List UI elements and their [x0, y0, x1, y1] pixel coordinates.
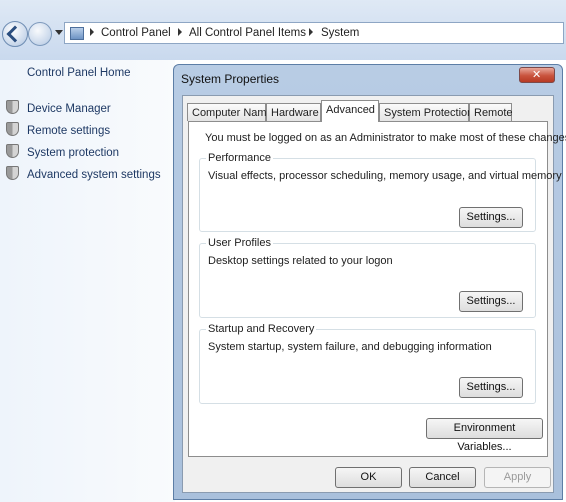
group-title: Startup and Recovery: [206, 323, 317, 335]
apply-button[interactable]: Apply: [484, 467, 551, 488]
breadcrumb-control-panel[interactable]: Control Panel: [101, 27, 171, 39]
group-description: System startup, system failure, and debu…: [208, 341, 492, 353]
shield-icon: [6, 100, 19, 114]
dialog-title: System Properties: [181, 72, 280, 86]
shield-icon: [6, 166, 19, 180]
sidebar-item-device-manager[interactable]: Device Manager: [6, 100, 111, 115]
group-description: Desktop settings related to your logon: [208, 255, 393, 267]
tab-computer-name[interactable]: Computer Name: [187, 103, 273, 121]
startup-recovery-settings-button[interactable]: Settings...: [459, 377, 523, 398]
admin-notice: You must be logged on as an Administrato…: [205, 132, 566, 144]
sidebar-item-label: Device Manager: [27, 103, 111, 115]
breadcrumb-system[interactable]: System: [321, 27, 359, 39]
tab-remote[interactable]: Remote: [469, 103, 513, 121]
left-task-pane: Control Panel Home Device Manager Remote…: [0, 60, 175, 502]
cancel-button[interactable]: Cancel: [409, 467, 476, 488]
shield-icon: [6, 122, 19, 136]
ok-button[interactable]: OK: [335, 467, 402, 488]
dialog-body: Computer Name Hardware Advanced System P…: [182, 95, 566, 493]
tab-advanced[interactable]: Advanced: [321, 100, 379, 122]
user-profiles-group: User Profiles Desktop settings related t…: [199, 237, 536, 318]
user-profiles-settings-button[interactable]: Settings...: [459, 291, 523, 312]
back-button[interactable]: [2, 21, 28, 47]
system-properties-dialog: System Properties Computer Name Hardware…: [173, 64, 566, 500]
control-panel-icon: [70, 27, 84, 40]
group-title: User Profiles: [206, 237, 273, 249]
tab-system-protection[interactable]: System Protection: [379, 103, 473, 121]
tab-hardware[interactable]: Hardware: [266, 103, 321, 121]
sidebar-item-remote-settings[interactable]: Remote settings: [6, 122, 110, 137]
forward-button[interactable]: [28, 22, 52, 46]
close-button[interactable]: [519, 67, 555, 83]
sidebar-item-label: System protection: [27, 147, 120, 159]
group-title: Performance: [206, 152, 273, 164]
sidebar-item-advanced-system-settings[interactable]: Advanced system settings: [6, 166, 161, 181]
breadcrumb-all-items[interactable]: All Control Panel Items: [189, 27, 306, 39]
control-panel-home-link[interactable]: Control Panel Home: [27, 67, 131, 79]
shield-icon: [6, 144, 19, 158]
breadcrumb-chevron-icon[interactable]: [90, 28, 94, 36]
recent-pages-dropdown-icon[interactable]: [55, 30, 63, 35]
group-description: Visual effects, processor scheduling, me…: [208, 170, 562, 182]
sidebar-item-system-protection[interactable]: System protection: [6, 144, 119, 159]
explorer-toolbar: Control Panel All Control Panel Items Sy…: [0, 0, 566, 60]
performance-group: Performance Visual effects, processor sc…: [199, 152, 562, 232]
sidebar-item-label: Advanced system settings: [27, 169, 161, 181]
breadcrumb-chevron-icon[interactable]: [178, 28, 182, 36]
performance-settings-button[interactable]: Settings...: [459, 207, 523, 228]
breadcrumb-chevron-icon[interactable]: [309, 28, 313, 36]
environment-variables-button[interactable]: Environment Variables...: [426, 418, 543, 453]
address-bar[interactable]: Control Panel All Control Panel Items Sy…: [64, 22, 564, 44]
sidebar-item-label: Remote settings: [27, 125, 111, 137]
startup-recovery-group: Startup and Recovery System startup, sys…: [199, 323, 536, 404]
advanced-tab-page: You must be logged on as an Administrato…: [188, 121, 566, 457]
